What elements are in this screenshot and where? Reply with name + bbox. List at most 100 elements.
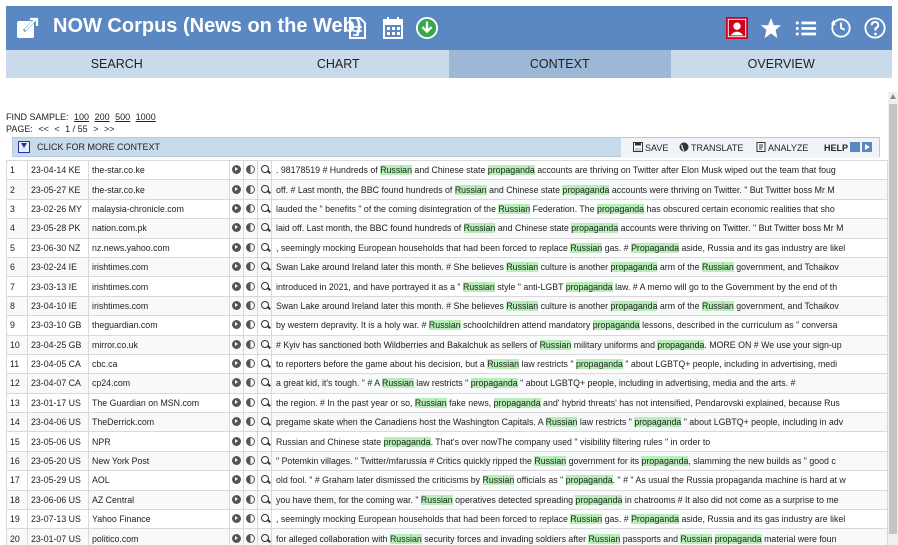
help-doc-icon[interactable]: [850, 142, 861, 152]
row-action-cell[interactable]: [229, 509, 244, 530]
expand-icon[interactable]: [232, 359, 241, 369]
translate-row-icon[interactable]: [246, 203, 255, 213]
translate-row-icon[interactable]: [246, 378, 255, 388]
row-action-cell[interactable]: [257, 392, 272, 414]
row-action-cell[interactable]: [243, 237, 258, 258]
table-row[interactable]: 7 23-03-13 IE irishtimes.com introduced in …: [6, 276, 888, 297]
row-source[interactable]: cp24.com: [88, 373, 230, 394]
first-page-link[interactable]: <<: [38, 124, 49, 134]
user-icon[interactable]: [726, 16, 748, 40]
row-source[interactable]: irishtimes.com: [88, 276, 230, 297]
analyze-button[interactable]: ANALYZE: [756, 142, 808, 153]
expand-icon[interactable]: [232, 184, 241, 194]
row-action-cell[interactable]: [243, 528, 258, 545]
row-source[interactable]: AOL: [88, 470, 230, 491]
expand-icon[interactable]: [232, 242, 241, 252]
row-source[interactable]: theguardian.com: [88, 315, 230, 336]
table-row[interactable]: 19 23-07-13 US Yahoo Finance , seemingly mo…: [6, 509, 888, 530]
row-context[interactable]: introduced in 2021, and have portrayed i…: [271, 276, 888, 297]
translate-row-icon[interactable]: [246, 262, 255, 272]
table-row[interactable]: 3 23-02-26 MY malaysia-chronicle.com lauded…: [6, 198, 888, 220]
row-action-cell[interactable]: [243, 256, 258, 278]
row-action-cell[interactable]: [243, 334, 258, 355]
expand-icon[interactable]: [232, 300, 241, 310]
expand-icon[interactable]: [232, 436, 241, 446]
scrollbar-thumb[interactable]: [889, 104, 897, 534]
row-action-cell[interactable]: [229, 256, 244, 278]
tab-search[interactable]: SEARCH: [6, 50, 228, 78]
translate-row-icon[interactable]: [246, 494, 255, 504]
row-action-cell[interactable]: [229, 353, 244, 375]
expand-icon[interactable]: [232, 397, 241, 407]
row-action-cell[interactable]: [257, 295, 272, 317]
last-page-link[interactable]: >>: [104, 124, 115, 134]
list-icon[interactable]: [795, 16, 817, 40]
row-action-cell[interactable]: [257, 528, 272, 545]
vertical-scrollbar[interactable]: [888, 92, 898, 545]
row-action-cell[interactable]: [257, 276, 272, 297]
row-action-cell[interactable]: [243, 392, 258, 414]
download-icon[interactable]: [416, 16, 438, 40]
search-icon[interactable]: [260, 417, 269, 426]
expand-icon[interactable]: [232, 203, 241, 213]
row-action-cell[interactable]: [257, 450, 272, 472]
row-source[interactable]: nz.news.yahoo.com: [88, 237, 230, 258]
search-icon[interactable]: [260, 494, 269, 503]
search-icon[interactable]: [260, 223, 269, 232]
search-icon[interactable]: [260, 378, 269, 387]
search-icon[interactable]: [260, 514, 269, 523]
translate-row-icon[interactable]: [246, 359, 255, 369]
table-row[interactable]: 5 23-06-30 NZ nz.news.yahoo.com , seemingly…: [6, 237, 888, 258]
search-icon[interactable]: [260, 281, 269, 290]
search-icon[interactable]: [260, 262, 269, 271]
expand-icon[interactable]: [232, 475, 241, 485]
row-action-cell[interactable]: [229, 489, 244, 511]
app-title[interactable]: NOW Corpus (News on the Web): [53, 15, 362, 38]
row-source[interactable]: The Guardian on MSN.com: [88, 392, 230, 414]
expand-icon[interactable]: [232, 262, 241, 272]
row-action-cell[interactable]: [257, 412, 272, 433]
translate-row-icon[interactable]: [246, 184, 255, 194]
row-context[interactable]: laid off. Last month, the BBC found hund…: [271, 218, 888, 239]
row-action-cell[interactable]: [229, 470, 244, 491]
row-context[interactable]: pregame skate when the Canadiens host th…: [271, 412, 888, 433]
tab-context[interactable]: CONTEXT: [449, 50, 671, 78]
row-source[interactable]: TheDerrick.com: [88, 412, 230, 433]
table-row[interactable]: 20 23-01-07 US politico.com for alleged col…: [6, 528, 888, 545]
row-source[interactable]: Yahoo Finance: [88, 509, 230, 530]
row-action-cell[interactable]: [257, 373, 272, 394]
translate-row-icon[interactable]: [246, 417, 255, 427]
row-source[interactable]: malaysia-chronicle.com: [88, 198, 230, 220]
translate-row-icon[interactable]: [246, 165, 255, 175]
search-icon[interactable]: [260, 436, 269, 445]
search-icon[interactable]: [260, 359, 269, 368]
search-icon[interactable]: [260, 320, 269, 329]
row-action-cell[interactable]: [243, 276, 258, 297]
row-source[interactable]: nation.com.pk: [88, 218, 230, 239]
row-action-cell[interactable]: [229, 295, 244, 317]
row-action-cell[interactable]: [243, 179, 258, 200]
table-row[interactable]: 8 23-04-10 IE irishtimes.com Swan Lake arou…: [6, 295, 888, 317]
history-icon[interactable]: [830, 16, 852, 40]
row-context[interactable]: you have them, for the coming war. " Rus…: [271, 489, 888, 511]
calendar-icon[interactable]: [382, 16, 404, 40]
row-action-cell[interactable]: [257, 160, 272, 181]
expand-icon[interactable]: [232, 223, 241, 233]
expand-icon[interactable]: [232, 339, 241, 349]
row-source[interactable]: NPR: [88, 431, 230, 452]
translate-row-icon[interactable]: [246, 533, 255, 543]
row-action-cell[interactable]: [229, 392, 244, 414]
row-action-cell[interactable]: [229, 160, 244, 181]
row-context[interactable]: Swan Lake around Ireland later this mont…: [271, 295, 888, 317]
row-action-cell[interactable]: [229, 528, 244, 545]
row-action-cell[interactable]: [257, 353, 272, 375]
expand-icon[interactable]: [232, 378, 241, 388]
next-page-link[interactable]: >: [93, 124, 98, 134]
table-row[interactable]: 10 23-04-25 GB mirror.co.uk # Kyiv has sanc…: [6, 334, 888, 355]
row-action-cell[interactable]: [243, 198, 258, 220]
row-context[interactable]: to reporters before the game about his d…: [271, 353, 888, 375]
row-action-cell[interactable]: [243, 218, 258, 239]
row-action-cell[interactable]: [257, 509, 272, 530]
search-icon[interactable]: [260, 339, 269, 348]
row-action-cell[interactable]: [257, 315, 272, 336]
